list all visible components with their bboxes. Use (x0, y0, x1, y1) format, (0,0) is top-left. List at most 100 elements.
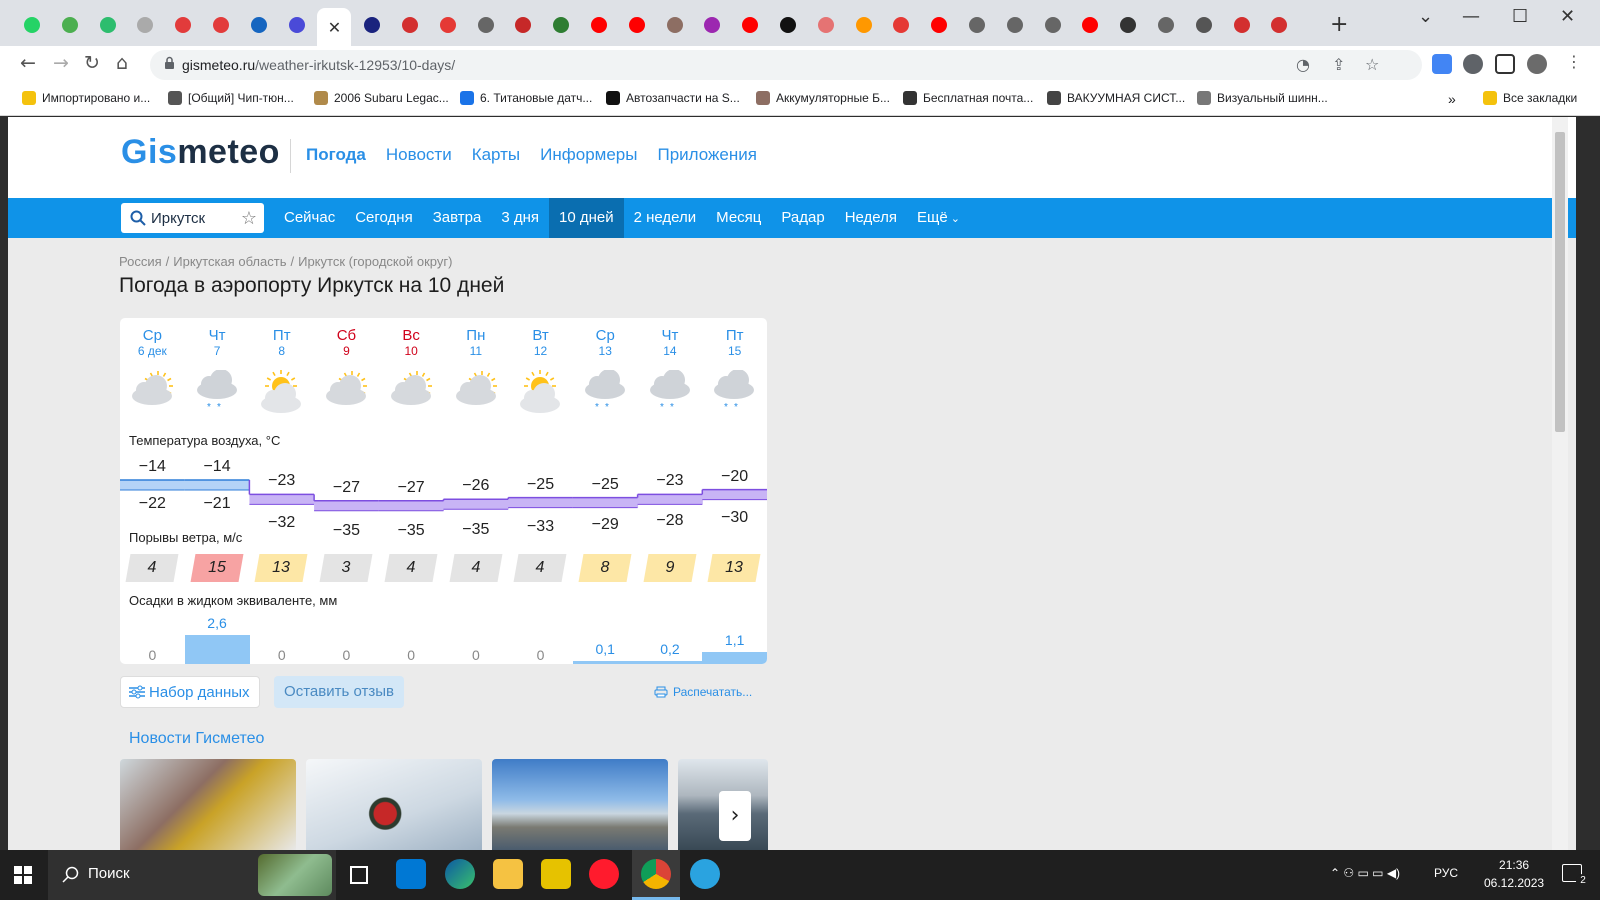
reload-icon[interactable]: ↻ (84, 52, 100, 74)
mail-app-icon[interactable] (396, 859, 426, 889)
browser-tab[interactable] (658, 10, 692, 40)
day-column[interactable]: Вс 10 (379, 318, 444, 405)
bookmark-item[interactable]: 2006 Subaru Legac... (314, 91, 449, 105)
breadcrumb-item[interactable]: Россия (119, 254, 162, 269)
print-link[interactable]: Распечатать... (654, 685, 752, 699)
sub-nav-item[interactable]: Сейчас (274, 198, 345, 238)
bookmark-item[interactable]: [Общий] Чип-тюн... (168, 91, 294, 105)
sub-nav-item[interactable]: Неделя (835, 198, 907, 238)
dataset-button[interactable]: Набор данных (120, 676, 260, 708)
browser-tab[interactable] (1149, 10, 1183, 40)
sub-nav-item[interactable]: Ещё ⌄ (907, 198, 970, 238)
input-language[interactable]: РУС (1434, 866, 1458, 880)
bookmark-item[interactable]: ВАКУУМНАЯ СИСТ... (1047, 91, 1185, 105)
bookmark-item[interactable]: Бесплатная почта... (903, 91, 1033, 105)
maximize-button[interactable]: ☐ (1512, 6, 1528, 27)
browser-tab[interactable] (1036, 10, 1070, 40)
news-thumbnail[interactable] (306, 759, 482, 850)
sub-nav-item[interactable]: 10 дней (549, 198, 624, 238)
browser-tab[interactable] (393, 10, 427, 40)
feedback-button[interactable]: Оставить отзыв (274, 676, 404, 708)
browser-tab[interactable] (15, 10, 49, 40)
browser-tab[interactable] (1073, 10, 1107, 40)
opera-app-icon[interactable] (589, 859, 619, 889)
new-tab-button[interactable]: + (1330, 12, 1348, 37)
browser-tab[interactable] (1262, 10, 1296, 40)
scrollbar-thumb[interactable] (1555, 132, 1565, 432)
favorite-star-icon[interactable]: ☆ (241, 208, 257, 229)
system-clock[interactable]: 21:36 06.12.2023 (1484, 856, 1544, 892)
main-nav-item[interactable]: Погода (306, 145, 366, 165)
tab-search-button[interactable]: ⌄ (1418, 6, 1433, 27)
browser-tab[interactable] (695, 10, 729, 40)
browser-tab[interactable] (1111, 10, 1145, 40)
sub-nav-item[interactable]: 2 недели (624, 198, 707, 238)
browser-tab[interactable] (204, 10, 238, 40)
news-thumbnail[interactable] (120, 759, 296, 850)
share-icon[interactable]: ⇪ (1332, 55, 1345, 74)
day-column[interactable]: Пн 11 (444, 318, 509, 405)
browser-tab[interactable] (544, 10, 578, 40)
task-view-icon[interactable] (350, 866, 368, 884)
news-next-button[interactable]: › (719, 791, 751, 841)
tray-icons[interactable]: ⌃ ⚇ ▭ ▭ ◀) (1330, 866, 1400, 880)
browser-tab[interactable] (1187, 10, 1221, 40)
file-explorer-icon[interactable] (493, 859, 523, 889)
home-icon[interactable]: ⌂ (116, 52, 128, 74)
bookmark-item[interactable]: 6. Титановые датч... (460, 91, 592, 105)
profile-avatar[interactable] (1527, 54, 1547, 74)
browser-tab[interactable] (582, 10, 616, 40)
bookmarks-overflow-button[interactable]: » (1448, 91, 1456, 107)
day-column[interactable]: Вт 12 (508, 318, 573, 413)
page-scrollbar[interactable] (1552, 117, 1568, 850)
main-nav-item[interactable]: Приложения (657, 145, 756, 165)
lock-icon[interactable] (164, 56, 175, 70)
day-column[interactable]: Чт 14 * * (638, 318, 703, 413)
browser-tab[interactable] (506, 10, 540, 40)
bookmark-item[interactable]: Аккумуляторные Б... (756, 91, 890, 105)
chrome-app-icon[interactable] (641, 859, 671, 889)
browser-tab[interactable] (620, 10, 654, 40)
translate-extension-icon[interactable] (1432, 54, 1452, 74)
browser-tab[interactable] (166, 10, 200, 40)
browser-tab[interactable] (733, 10, 767, 40)
browser-tab[interactable] (355, 10, 389, 40)
address-bar[interactable]: gismeteo.ru/weather-irkutsk-12953/10-day… (150, 50, 1422, 80)
extensions-icon[interactable] (1463, 54, 1483, 74)
browser-tab[interactable] (998, 10, 1032, 40)
breadcrumb-item[interactable]: Иркутск (городской округ) (298, 254, 452, 269)
day-column[interactable]: Пт 15 * * (702, 318, 767, 413)
bookmark-item[interactable]: Визуальный шинн... (1197, 91, 1328, 105)
browser-tab[interactable] (847, 10, 881, 40)
side-panel-icon[interactable] (1495, 54, 1515, 74)
menu-icon[interactable]: ⋮ (1566, 52, 1582, 71)
main-nav-item[interactable]: Новости (386, 145, 452, 165)
url-text[interactable]: gismeteo.ru/weather-irkutsk-12953/10-day… (182, 57, 455, 73)
close-window-button[interactable]: ✕ (1560, 6, 1575, 27)
browser-tab[interactable] (469, 10, 503, 40)
browser-tab[interactable] (128, 10, 162, 40)
search-input[interactable] (151, 208, 239, 228)
taskbar-search[interactable]: Поиск (48, 850, 336, 900)
city-search[interactable]: ☆ (121, 203, 264, 233)
browser-tab[interactable] (242, 10, 276, 40)
browser-tab[interactable] (809, 10, 843, 40)
bookmark-star-icon[interactable]: ☆ (1365, 55, 1379, 74)
sub-nav-item[interactable]: Завтра (423, 198, 492, 238)
main-nav-item[interactable]: Информеры (540, 145, 637, 165)
browser-tab[interactable] (53, 10, 87, 40)
news-section-title[interactable]: Новости Гисметео (129, 730, 264, 748)
browser-tab[interactable] (960, 10, 994, 40)
windows-start-icon[interactable] (14, 866, 32, 884)
close-tab-icon[interactable]: ✕ (328, 18, 341, 37)
news-thumbnail[interactable] (492, 759, 668, 850)
forward-icon[interactable]: → (53, 52, 69, 74)
sub-nav-item[interactable]: Месяц (706, 198, 771, 238)
edge-app-icon[interactable] (445, 859, 475, 889)
browser-tab[interactable] (280, 10, 314, 40)
performance-icon[interactable]: ◔ (1296, 55, 1310, 74)
sub-nav-item[interactable]: Сегодня (345, 198, 423, 238)
rsv-app-icon[interactable] (541, 859, 571, 889)
bookmark-item[interactable]: Импортировано и... (22, 91, 150, 105)
browser-tab[interactable] (1225, 10, 1259, 40)
